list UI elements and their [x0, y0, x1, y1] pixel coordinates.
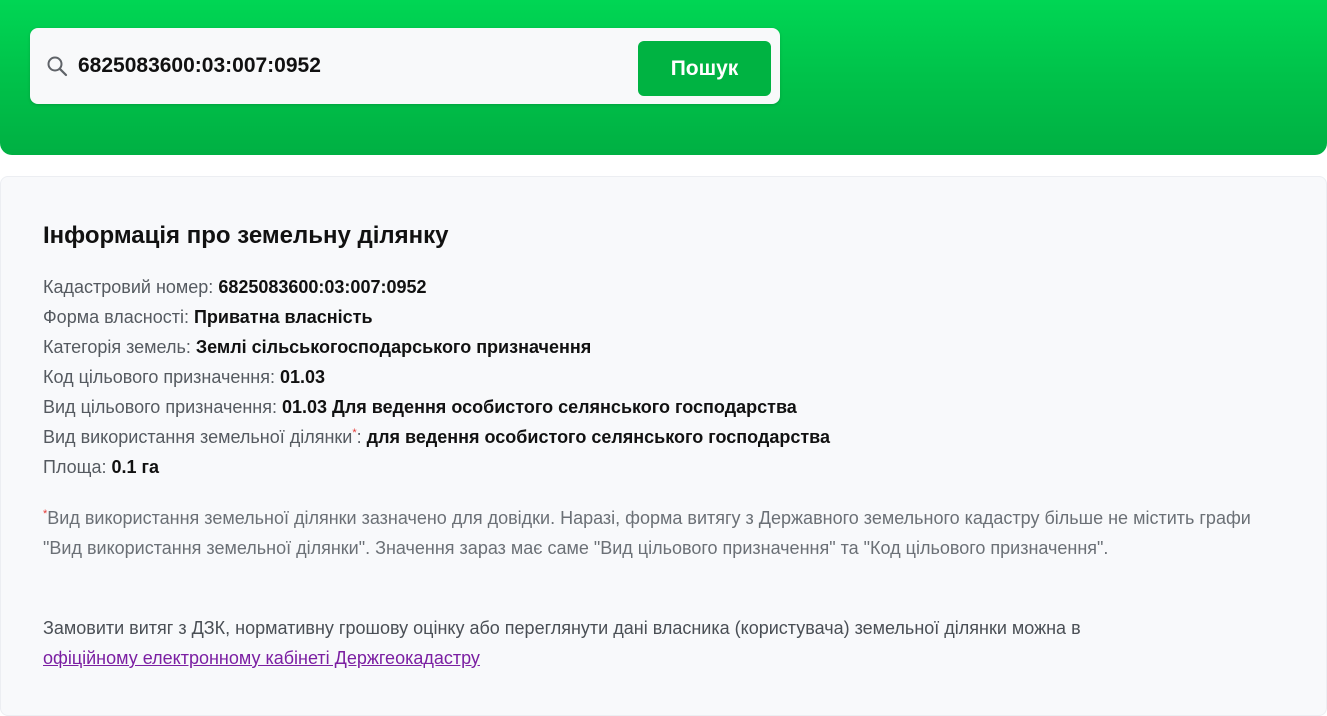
footnote: *Вид використання земельної ділянки зазн… — [43, 503, 1263, 563]
search-box: Пошук — [30, 28, 780, 104]
info-title: Інформація про земельну ділянку — [43, 222, 449, 249]
info-row-usage-type: Вид використання земельної ділянки*: для… — [43, 422, 830, 452]
info-value: Приватна власність — [193, 307, 373, 327]
info-row-ownership-form: Форма власності: Приватна власність — [43, 302, 830, 332]
search-button[interactable]: Пошук — [638, 41, 771, 96]
info-label: Вид використання земельної ділянки — [43, 427, 353, 447]
search-input[interactable] — [78, 48, 638, 84]
info-row-purpose-type: Вид цільового призначення: 01.03 Для вед… — [43, 392, 830, 422]
search-icon — [46, 55, 68, 77]
info-value: 01.03 Для ведення особистого селянського… — [281, 397, 797, 417]
info-label: Вид цільового призначення: — [43, 397, 277, 417]
info-label: Категорія земель: — [43, 337, 191, 357]
info-label: Форма власності: — [43, 307, 189, 327]
cabinet-link[interactable]: офіційному електронному кабінеті Держгео… — [43, 648, 480, 668]
info-card: Інформація про земельну ділянку Кадастро… — [0, 176, 1327, 716]
info-list: Кадастровий номер: 6825083600:03:007:095… — [43, 272, 830, 482]
info-value: 0.1 га — [111, 457, 160, 477]
info-value: 01.03 — [280, 367, 326, 387]
info-row-area: Площа: 0.1 га — [43, 452, 830, 482]
info-value: 6825083600:03:007:0952 — [218, 277, 427, 297]
info-label: Кадастровий номер: — [43, 277, 214, 297]
info-label: Площа: — [43, 457, 107, 477]
info-row-cadastral-number: Кадастровий номер: 6825083600:03:007:095… — [43, 272, 830, 302]
info-value: Землі сільськогосподарського призначення — [195, 337, 592, 357]
info-label-colon: : — [356, 427, 362, 447]
info-row-land-category: Категорія земель: Землі сільськогосподар… — [43, 332, 830, 362]
order-extract-label: Замовити витяг з ДЗК, нормативну грошову… — [43, 618, 1081, 638]
footnote-text: Вид використання земельної ділянки зазна… — [43, 508, 1251, 558]
header-banner: Пошук — [0, 0, 1327, 155]
info-value: для ведення особистого селянського госпо… — [366, 427, 830, 447]
info-label: Код цільового призначення: — [43, 367, 275, 387]
info-row-purpose-code: Код цільового призначення: 01.03 — [43, 362, 830, 392]
order-extract-text: Замовити витяг з ДЗК, нормативну грошову… — [43, 613, 1263, 673]
